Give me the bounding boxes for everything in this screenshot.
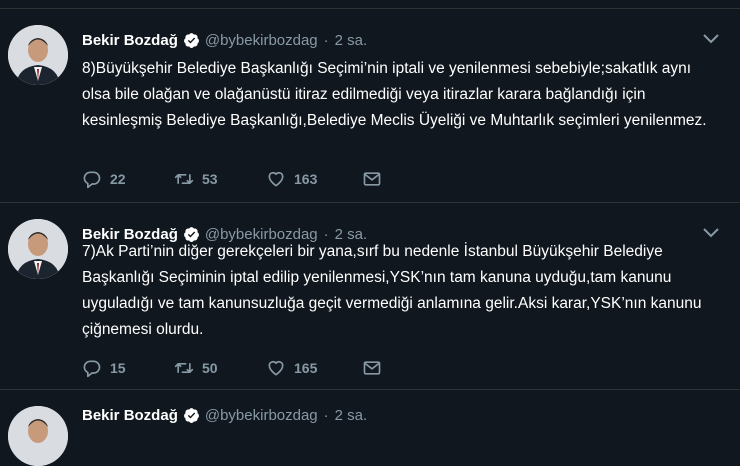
heart-icon xyxy=(268,360,284,376)
author-name[interactable]: Bekir Bozdağ xyxy=(82,32,178,49)
reply-button[interactable]: 22 xyxy=(82,167,174,191)
verified-badge-icon xyxy=(183,407,199,423)
like-button[interactable]: 165 xyxy=(266,356,362,380)
top-divider xyxy=(0,0,740,9)
like-button[interactable]: 163 xyxy=(266,167,362,191)
retweet-count: 53 xyxy=(202,171,218,187)
tweet[interactable]: Bekir Bozdağ @bybekirbozdag · 2 sa. xyxy=(0,390,740,466)
reply-icon xyxy=(83,171,101,189)
retweet-button[interactable]: 53 xyxy=(174,167,266,191)
chevron-down-icon[interactable] xyxy=(702,31,720,45)
chevron-down-icon[interactable] xyxy=(702,225,720,239)
tweet[interactable]: Bekir Bozdağ @bybekirbozdag · 2 sa. 7)Ak… xyxy=(0,203,740,390)
tweet[interactable]: Bekir Bozdağ @bybekirbozdag · 2 sa. 8)Bü… xyxy=(0,9,740,203)
retweet-button[interactable]: 50 xyxy=(174,356,266,380)
author-name[interactable]: Bekir Bozdağ xyxy=(82,407,178,424)
tweet-actions: 15 50 165 xyxy=(82,356,382,380)
retweet-icon xyxy=(174,174,194,184)
reply-count: 22 xyxy=(110,171,126,187)
separator: · xyxy=(323,31,329,49)
envelope-icon xyxy=(363,172,381,186)
author-handle[interactable]: @bybekirbozdag xyxy=(205,32,318,49)
reply-button[interactable]: 15 xyxy=(82,356,174,380)
avatar[interactable] xyxy=(8,25,68,85)
direct-message-button[interactable] xyxy=(362,356,382,380)
timestamp[interactable]: 2 sa. xyxy=(335,32,368,49)
avatar[interactable] xyxy=(8,406,68,466)
heart-icon xyxy=(268,171,284,187)
reply-icon xyxy=(83,360,101,378)
tweet-header: Bekir Bozdağ @bybekirbozdag · 2 sa. xyxy=(82,29,367,51)
reply-count: 15 xyxy=(110,360,126,376)
timestamp[interactable]: 2 sa. xyxy=(335,407,368,424)
tweet-text: 8)Büyükşehir Belediye Başkanlığı Seçimi’… xyxy=(82,60,707,129)
like-count: 165 xyxy=(294,360,318,376)
envelope-icon xyxy=(363,361,381,375)
verified-badge-icon xyxy=(183,32,199,48)
retweet-icon xyxy=(174,363,194,373)
avatar[interactable] xyxy=(8,219,68,279)
tweet-header: Bekir Bozdağ @bybekirbozdag · 2 sa. xyxy=(82,404,367,426)
separator: · xyxy=(323,406,329,424)
author-handle[interactable]: @bybekirbozdag xyxy=(205,407,318,424)
direct-message-button[interactable] xyxy=(362,167,382,191)
tweet-actions: 22 53 163 xyxy=(82,167,382,191)
like-count: 163 xyxy=(294,171,318,187)
retweet-count: 50 xyxy=(202,360,218,376)
tweet-text: 7)Ak Parti’nin diğer gerekçeleri bir yan… xyxy=(82,243,702,338)
